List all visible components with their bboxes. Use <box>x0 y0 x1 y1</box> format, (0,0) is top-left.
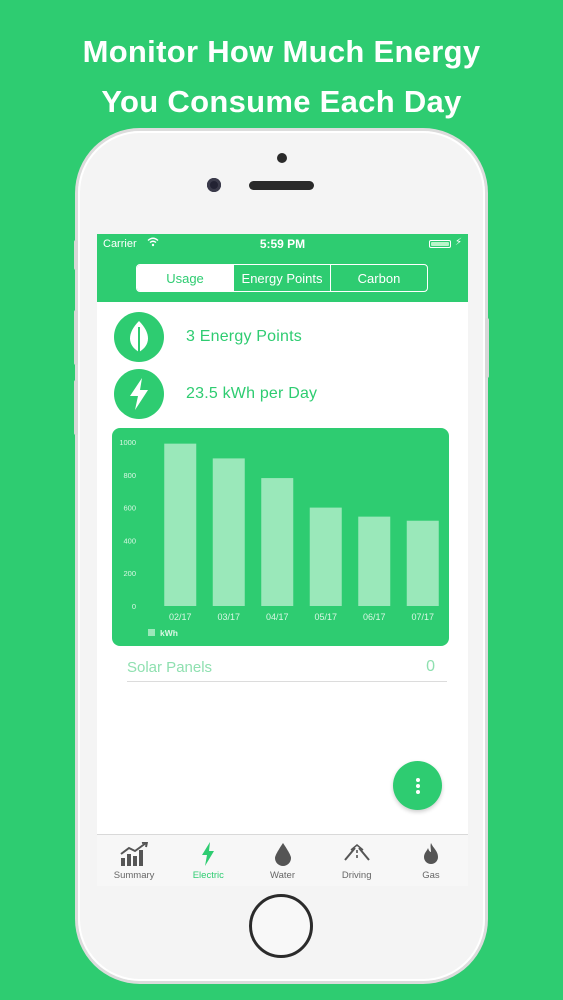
bar-chart-icon <box>97 842 171 866</box>
front-camera <box>207 178 221 192</box>
chart-bar <box>164 443 197 606</box>
nav-bar: Usage Energy Points Carbon <box>97 254 468 302</box>
status-bar: Carrier 5:59 PM ⚡ <box>97 234 468 254</box>
chart-bar <box>212 458 245 606</box>
tab-water-label: Water <box>270 870 295 881</box>
tab-gas-label: Gas <box>422 870 440 881</box>
y-tick-label: 0 <box>132 602 136 611</box>
segmented-control: Usage Energy Points Carbon <box>136 264 428 292</box>
tab-driving-label: Driving <box>341 870 372 881</box>
solar-panels-value: 0 <box>426 658 435 675</box>
tab-summary[interactable]: Summary <box>97 835 171 886</box>
x-tick-label: 04/17 <box>266 612 289 622</box>
segment-carbon[interactable]: Carbon <box>331 265 427 291</box>
leaf-icon <box>114 312 164 362</box>
phone-power-button <box>485 318 489 378</box>
legend-swatch <box>148 629 155 636</box>
x-tick-label: 02/17 <box>169 612 192 622</box>
promo-headline-line2: You Consume Each Day <box>101 84 462 119</box>
tab-driving[interactable]: Driving <box>320 835 394 886</box>
phone-volume-up <box>74 310 78 365</box>
y-tick-label: 1000 <box>119 438 136 447</box>
y-tick-label: 600 <box>123 504 136 513</box>
x-tick-label: 07/17 <box>411 612 434 622</box>
tab-water[interactable]: Water <box>245 835 319 886</box>
segment-energy-points[interactable]: Energy Points <box>234 265 331 291</box>
tab-bar: Summary Electric Water Driving Gas <box>97 834 468 886</box>
app-screen: Carrier 5:59 PM ⚡ Usage Energy Points Ca… <box>97 234 468 886</box>
earpiece-speaker <box>249 181 314 190</box>
usage-chart: 0 200 400 600 800 1000 02/17 03/17 04/17 05/17 06… <box>112 428 449 646</box>
chart-bar <box>261 478 294 606</box>
chart-bar <box>358 516 391 606</box>
more-vertical-icon <box>415 777 420 794</box>
promo-headline-line1: Monitor How Much Energy <box>82 34 481 69</box>
legend-label: kWh <box>160 628 178 638</box>
y-tick-label: 400 <box>123 536 136 545</box>
usage-chart-svg: 0 200 400 600 800 1000 02/17 03/17 04/17 05/17 06… <box>119 438 439 638</box>
x-tick-label: 03/17 <box>217 612 240 622</box>
proximity-sensor <box>277 153 287 163</box>
water-drop-icon <box>245 842 319 866</box>
solar-panels-row[interactable]: Solar Panels 0 <box>127 653 447 682</box>
segment-usage[interactable]: Usage <box>137 265 234 291</box>
energy-points-row: 3 Energy Points <box>114 312 302 362</box>
phone-volume-down <box>74 380 78 435</box>
phone-mute-switch <box>74 240 78 270</box>
status-time: 5:59 PM <box>259 237 306 251</box>
x-tick-label: 05/17 <box>314 612 337 622</box>
y-tick-label: 200 <box>123 569 136 578</box>
home-button[interactable] <box>249 894 313 958</box>
tab-summary-label: Summary <box>113 870 155 881</box>
battery-icon <box>429 240 451 248</box>
daily-usage-text: 23.5 kWh per Day <box>186 385 318 402</box>
lightning-icon <box>114 369 164 419</box>
tab-electric-label: Electric <box>192 870 224 881</box>
x-tick-label: 06/17 <box>363 612 386 622</box>
chart-bar <box>406 520 439 606</box>
flame-icon <box>394 842 468 866</box>
more-options-button[interactable] <box>393 761 442 810</box>
solar-panels-label: Solar Panels <box>127 659 213 676</box>
tab-electric[interactable]: Electric <box>171 835 245 886</box>
energy-points-text: 3 Energy Points <box>186 328 302 345</box>
lightning-icon <box>171 842 245 866</box>
daily-usage-row: 23.5 kWh per Day <box>114 369 317 419</box>
y-tick-label: 800 <box>123 471 136 480</box>
tab-gas[interactable]: Gas <box>394 835 468 886</box>
chart-bar <box>309 507 342 606</box>
charging-icon: ⚡ <box>455 237 463 248</box>
road-icon <box>320 842 394 866</box>
